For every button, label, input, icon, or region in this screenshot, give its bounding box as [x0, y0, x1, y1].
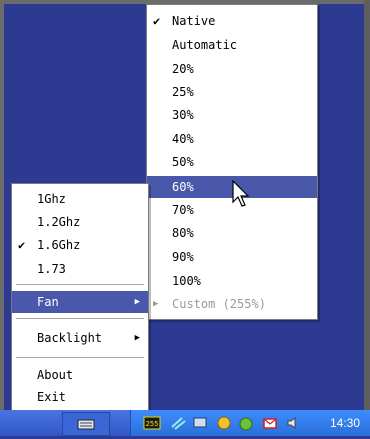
fan-item-custom: ▶ Custom (255%) — [147, 293, 317, 315]
main-menu: 1Ghz 1.2Ghz ✔ 1.6Ghz 1.73 Fan ▶ Backligh… — [11, 183, 149, 413]
network-icon[interactable] — [170, 415, 186, 431]
tray-badge-text: 255 — [146, 420, 159, 428]
cpu-item-1-6ghz[interactable]: ✔ 1.6Ghz — [12, 234, 148, 256]
window-frame-left — [0, 0, 4, 436]
mouse-pointer-icon — [232, 180, 250, 207]
menu-separator — [16, 318, 144, 319]
menu-separator — [16, 284, 144, 285]
check-icon: ✔ — [18, 238, 26, 252]
menu-separator — [16, 357, 144, 358]
monitor-icon[interactable] — [192, 415, 208, 431]
fan-item-25[interactable]: 25% — [147, 81, 317, 103]
fan-item-30[interactable]: 30% — [147, 104, 317, 126]
keyboard-icon — [77, 419, 95, 430]
yellow-globe-icon[interactable] — [216, 415, 232, 431]
fan-control-tray-icon[interactable]: 255 — [143, 415, 161, 431]
menu-item-fan[interactable]: Fan ▶ — [12, 291, 148, 313]
fan-item-native[interactable]: ✔ Native — [147, 10, 317, 32]
fan-submenu: ✔ Native Automatic 20% 25% 30% 40% 50% 6… — [146, 4, 318, 320]
taskbar-clock[interactable]: 14:30 — [330, 412, 360, 434]
menu-item-about[interactable]: About — [12, 364, 148, 386]
fan-item-100[interactable]: 100% — [147, 270, 317, 292]
cpu-item-1ghz[interactable]: 1Ghz — [12, 188, 148, 210]
fan-item-90[interactable]: 90% — [147, 246, 317, 268]
chevron-right-icon: ▶ — [153, 299, 159, 309]
fan-item-80[interactable]: 80% — [147, 222, 317, 244]
taskbar-button[interactable] — [62, 412, 110, 436]
window-frame-right — [364, 0, 370, 436]
fan-item-50[interactable]: 50% — [147, 151, 317, 173]
chevron-right-icon: ▶ — [134, 333, 140, 343]
mail-icon[interactable] — [262, 415, 278, 431]
check-icon: ✔ — [153, 14, 161, 28]
fan-item-automatic[interactable]: Automatic — [147, 34, 317, 56]
cpu-item-1-2ghz[interactable]: 1.2Ghz — [12, 211, 148, 233]
fan-item-20[interactable]: 20% — [147, 58, 317, 80]
fan-item-40[interactable]: 40% — [147, 128, 317, 150]
green-apple-icon[interactable] — [238, 415, 254, 431]
cpu-item-1-73[interactable]: 1.73 — [12, 258, 148, 280]
speaker-icon[interactable] — [285, 415, 301, 431]
menu-item-backlight[interactable]: Backlight ▶ — [12, 327, 148, 349]
chevron-right-icon: ▶ — [134, 297, 140, 307]
menu-item-exit[interactable]: Exit — [12, 386, 148, 408]
